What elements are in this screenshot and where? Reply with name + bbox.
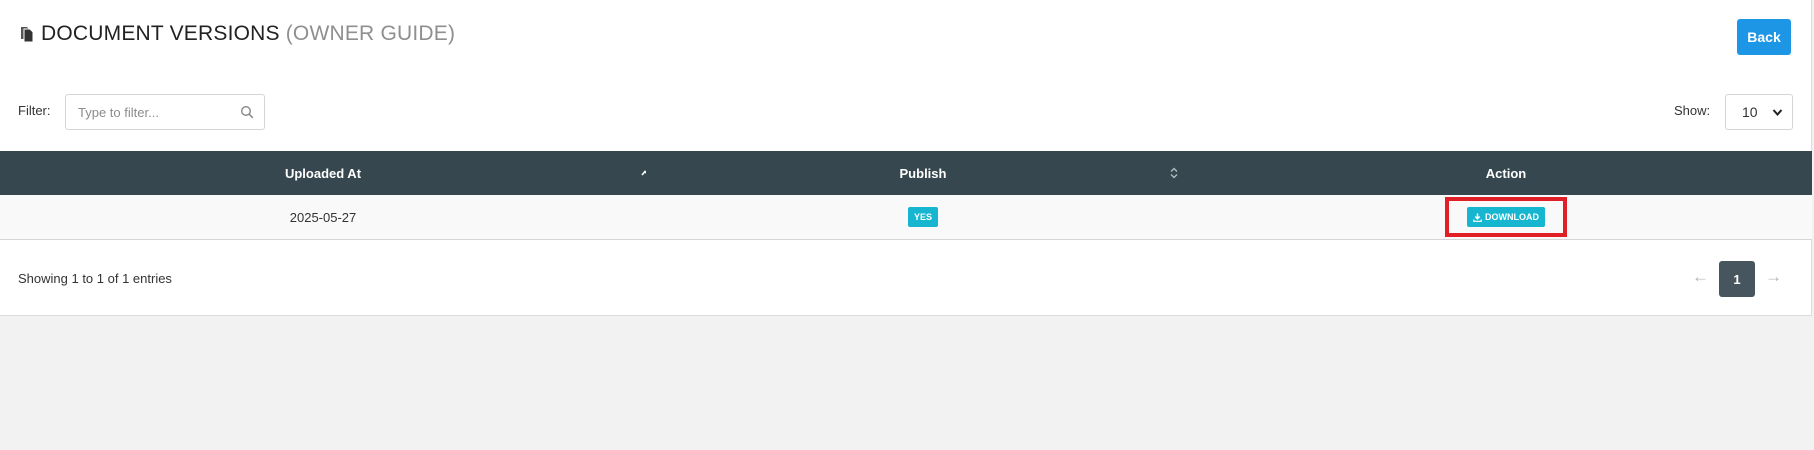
cell-publish: YES: [646, 195, 1200, 240]
page-title: DOCUMENT VERSIONS (OWNER GUIDE): [18, 22, 455, 46]
page-title-text: DOCUMENT VERSIONS: [41, 22, 280, 45]
filter-label: Filter:: [18, 103, 51, 118]
versions-table: Uploaded At Publish Action 2025-05-27 YE…: [0, 151, 1812, 240]
column-header-label: Uploaded At: [284, 165, 362, 181]
table-header-row: Uploaded At Publish Action: [0, 151, 1812, 195]
download-icon: [1473, 213, 1482, 222]
pagination-next-button[interactable]: →: [1765, 267, 1782, 287]
document-versions-panel: DOCUMENT VERSIONS (OWNER GUIDE) Back Fil…: [0, 0, 1812, 316]
table-row: 2025-05-27 YES DOWNLOAD: [0, 195, 1812, 240]
cell-action: DOWNLOAD: [1200, 195, 1812, 240]
pagination-prev-button[interactable]: ←: [1692, 267, 1709, 287]
publish-status-badge: YES: [907, 207, 938, 227]
document-copy-icon: [21, 27, 34, 43]
page-subtitle: (OWNER GUIDE): [285, 22, 456, 45]
chevron-down-icon: [1772, 109, 1783, 117]
cell-uploaded-at: 2025-05-27: [0, 195, 646, 240]
column-header-uploaded-at[interactable]: Uploaded At: [0, 151, 649, 195]
sort-both-icon[interactable]: [1169, 166, 1179, 180]
pagination-page-1[interactable]: 1: [1719, 261, 1755, 297]
column-header-label: Publish: [899, 165, 947, 181]
column-header-publish[interactable]: Publish: [646, 151, 1200, 195]
filter-input[interactable]: [66, 95, 231, 129]
page-size-select[interactable]: 10: [1725, 94, 1793, 130]
download-highlight-box: DOWNLOAD: [1445, 197, 1567, 237]
column-header-action: Action: [1200, 151, 1812, 195]
download-button[interactable]: DOWNLOAD: [1467, 207, 1545, 227]
download-button-label: DOWNLOAD: [1485, 212, 1539, 222]
back-button[interactable]: Back: [1737, 19, 1791, 55]
entries-info: Showing 1 to 1 of 1 entries: [18, 271, 172, 286]
page-size-value: 10: [1742, 104, 1758, 120]
search-icon[interactable]: [240, 105, 254, 119]
column-header-label: Action: [1485, 165, 1527, 181]
show-label: Show:: [1674, 103, 1711, 118]
filter-field[interactable]: [65, 94, 265, 130]
